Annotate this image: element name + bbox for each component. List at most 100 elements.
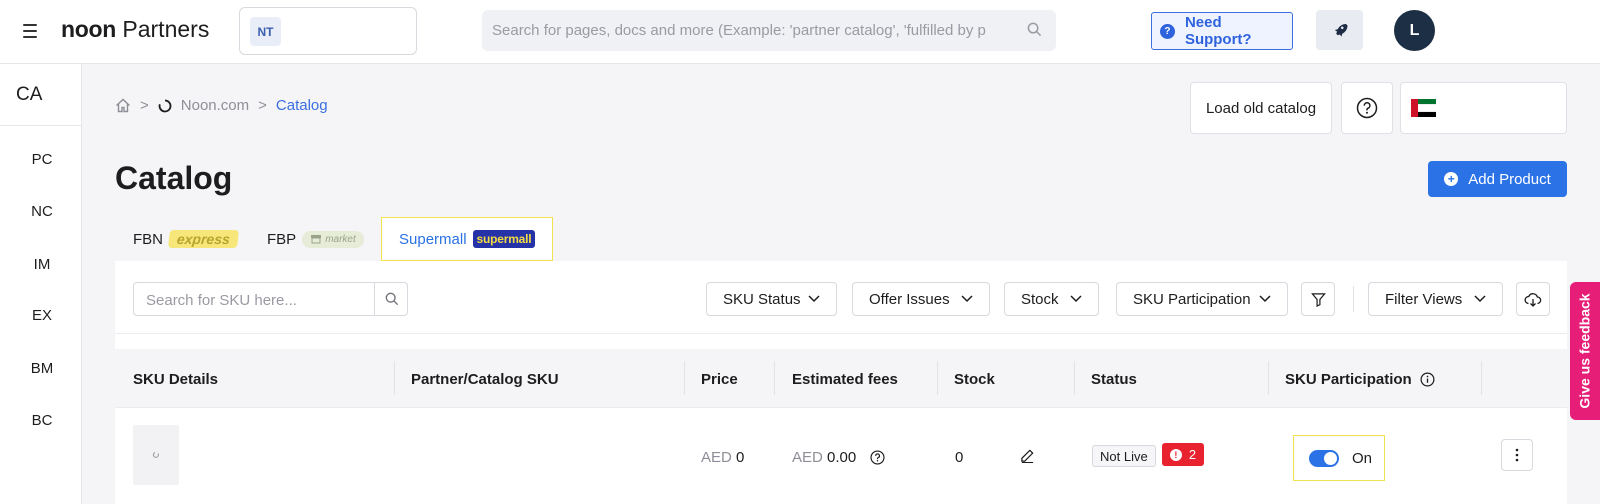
product-thumbnail[interactable] [133,425,179,485]
issues-count: 2 [1188,447,1197,462]
sidebar-item-pc[interactable]: PC [0,151,82,168]
column-divider [394,361,395,395]
filter-icon [1310,292,1326,307]
fees-value: 0.00 [827,449,857,466]
tab-fbp[interactable]: FBP market [267,217,364,261]
price-value: 0 [736,449,745,466]
store-initials-badge: NT [250,17,281,46]
column-header-sku-participation: SKU Participation [1285,371,1435,388]
cloud-download-icon [1524,292,1542,307]
filter-button[interactable] [1301,282,1335,316]
sidebar-item-ex[interactable]: EX [0,307,82,324]
edit-icon[interactable] [1020,448,1035,463]
column-divider [774,361,775,395]
column-header-estimated-fees: Estimated fees [792,371,898,388]
add-product-button[interactable]: + Add Product [1428,161,1567,197]
load-old-catalog-button[interactable]: Load old catalog [1190,82,1332,134]
brand-logo[interactable]: noon Partners [61,16,209,43]
need-support-button[interactable]: ? Need Support? [1151,12,1293,50]
chevron-down-icon [1474,295,1486,303]
column-header-sku-details: SKU Details [133,371,219,388]
column-header-price: Price [701,371,738,388]
status-badge: Not Live [1092,445,1156,467]
sidebar-item-bc[interactable]: BC [0,412,82,429]
column-header-status: Status [1091,371,1137,388]
global-search-input[interactable]: Search for pages, docs and more (Example… [482,10,1056,51]
sku-status-label: SKU Status [723,290,801,308]
sku-participation-label: SKU Participation [1133,290,1251,308]
tab-fbn[interactable]: FBN express [133,217,239,261]
tab-fbp-label: FBP [267,230,297,248]
column-divider [937,361,938,395]
country-selector[interactable] [1400,82,1567,134]
supermall-badge: supermall [472,230,536,248]
sku-search-placeholder: Search for SKU here... [146,292,297,309]
tab-supermall-label: Supermall [399,230,467,248]
fees-currency: AED [792,449,823,466]
column-divider [1481,361,1482,395]
avatar[interactable]: L [1394,10,1435,51]
sidebar-item-nc[interactable]: NC [0,203,82,220]
sku-participation-toggle-group: On [1293,435,1385,481]
column-divider [1268,361,1269,395]
tab-fbn-label: FBN [133,230,163,248]
sidebar-divider [0,125,82,126]
sidebar-title[interactable]: CA [16,84,42,106]
sku-search-button[interactable] [374,283,408,315]
stock-label: Stock [1021,290,1059,308]
breadcrumb: > Noon.com > Catalog [115,97,328,114]
filter-views-dropdown[interactable]: Filter Views [1368,282,1503,316]
page-title: Catalog [115,160,233,196]
menu-icon[interactable] [23,24,37,38]
alert-icon: ! [1169,448,1182,461]
sku-participation-dropdown[interactable]: SKU Participation [1116,282,1288,316]
rocket-button[interactable] [1316,10,1363,50]
market-badge: market [302,230,364,248]
column-divider [1074,361,1075,395]
stock-dropdown[interactable]: Stock [1004,282,1099,316]
download-button[interactable] [1516,282,1550,316]
breadcrumb-separator: > [140,97,149,114]
help-button[interactable] [1341,82,1393,134]
question-icon: ? [1160,23,1175,39]
top-bar: noon Partners NT Search for pages, docs … [0,0,1600,64]
sku-participation-toggle[interactable] [1309,449,1339,467]
chevron-down-icon [961,295,973,303]
need-support-label: Need Support? [1184,14,1252,48]
express-badge: express [168,230,239,248]
global-search-placeholder: Search for pages, docs and more (Example… [492,22,986,39]
sidebar-item-bm[interactable]: BM [0,360,82,377]
help-icon[interactable] [870,450,885,465]
more-vertical-icon [1515,448,1519,462]
info-icon[interactable] [1420,372,1435,387]
filter-views-label: Filter Views [1385,290,1463,308]
noon-logo-icon [158,99,172,112]
column-divider [684,361,685,395]
feedback-tab[interactable]: Give us feedback [1570,282,1600,420]
sku-participation-header-label: SKU Participation [1285,371,1412,388]
toggle-state-label: On [1352,449,1373,467]
breadcrumb-site[interactable]: Noon.com [181,97,249,114]
offer-issues-dropdown[interactable]: Offer Issues [852,282,990,316]
uae-flag-icon [1411,99,1436,117]
tab-supermall[interactable]: Supermall supermall [381,217,554,261]
help-icon [1356,97,1378,119]
column-header-stock: Stock [954,371,995,388]
price-currency: AED [701,449,732,466]
store-selector[interactable]: NT [239,7,417,55]
breadcrumb-current[interactable]: Catalog [276,97,328,114]
plus-icon: + [1444,172,1459,186]
row-actions-button[interactable] [1501,439,1533,471]
feedback-label: Give us feedback [1577,293,1594,409]
store-icon [311,235,322,244]
offer-issues-label: Offer Issues [869,290,950,308]
home-icon[interactable] [115,98,131,113]
search-icon[interactable] [1027,22,1042,37]
sidebar-item-im[interactable]: IM [0,256,82,273]
sku-search-input[interactable]: Search for SKU here... [133,282,408,316]
issues-badge[interactable]: ! 2 [1162,443,1204,466]
sku-status-dropdown[interactable]: SKU Status [706,282,837,316]
chevron-down-icon [1070,295,1082,303]
toolbar-divider [1353,286,1354,312]
price-cell: AED 0 [701,449,744,466]
